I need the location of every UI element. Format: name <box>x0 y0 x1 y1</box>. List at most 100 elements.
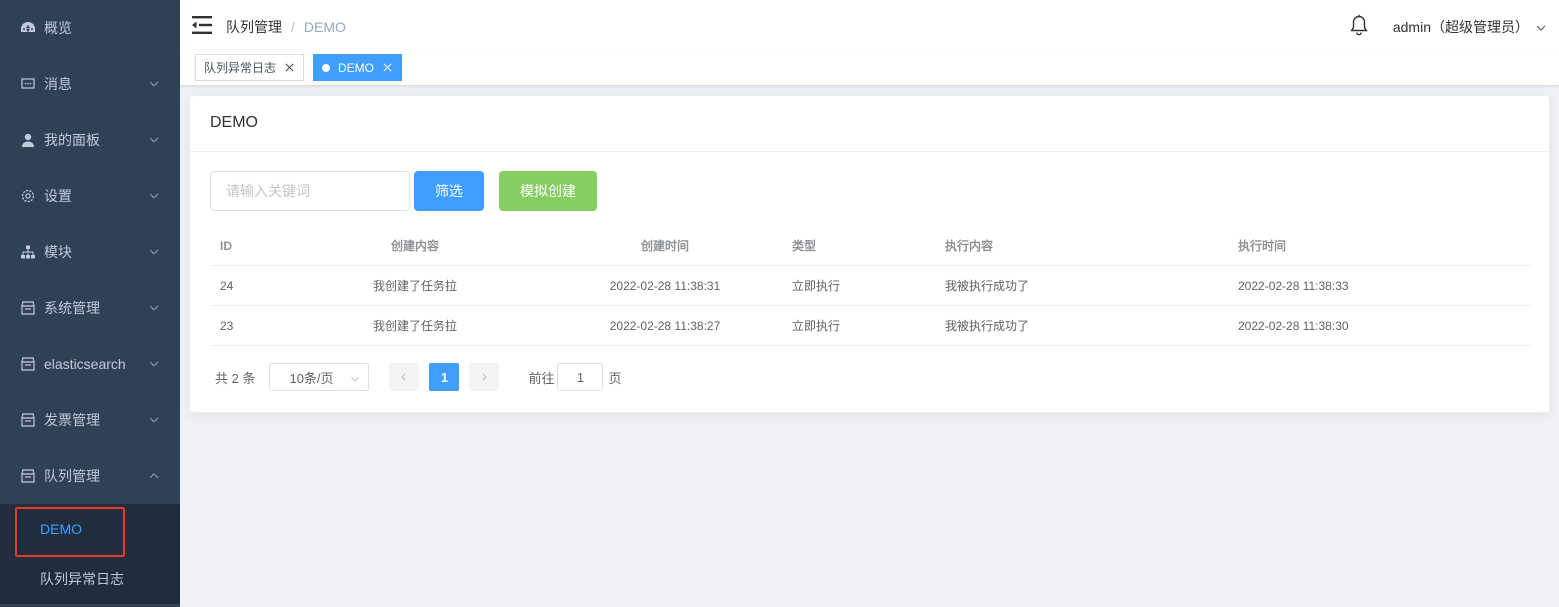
table-cell: 2022-02-28 11:38:27 <box>609 318 721 333</box>
sidebar-item-label: 模块 <box>44 244 72 260</box>
sidebar-item-elasticsearch[interactable]: elasticsearch <box>0 336 180 392</box>
active-dot <box>322 63 330 72</box>
table-row[interactable]: 24 我创建了任务拉 2022-02-28 11:38:31 立即执行 我被执行… <box>210 266 1531 306</box>
chevron-down-icon <box>148 357 160 369</box>
prev-page-button[interactable] <box>389 363 420 391</box>
message-icon <box>20 76 36 92</box>
sidebar-item-label: 我的面板 <box>44 132 100 148</box>
sidebar-item-label: 队列管理 <box>44 468 100 484</box>
filter-button[interactable]: 筛选 <box>414 171 484 211</box>
page-size-value: 10条/页 <box>289 370 334 386</box>
goto-suffix: 页 <box>608 370 622 386</box>
sidebar-item-modules[interactable]: 模块 <box>0 224 180 280</box>
chevron-down-icon <box>1535 21 1547 33</box>
sidebar-item-label: 设置 <box>44 188 72 204</box>
pagination: 共 2 条 10条/页 1 前往 页 <box>215 363 622 391</box>
table-row[interactable]: 23 我创建了任务拉 2022-02-28 11:38:27 立即执行 我被执行… <box>210 306 1531 346</box>
simulate-create-button[interactable]: 模拟创建 <box>499 171 597 211</box>
user-name: admin（超级管理员） <box>1392 19 1529 35</box>
toolbar: 筛选 模拟创建 <box>210 171 597 211</box>
table-cell: 立即执行 <box>792 319 841 333</box>
navbar: 队列管理 / DEMO admin（超级管理员） <box>180 0 1559 50</box>
box-icon <box>20 356 36 372</box>
column-header: ID <box>220 238 232 253</box>
chevron-up-icon <box>148 469 160 481</box>
goto-page-input[interactable] <box>557 363 604 391</box>
sidebar-item-invoice-management[interactable]: 发票管理 <box>0 392 180 448</box>
main-card: DEMO 筛选 模拟创建 ID 创建内容 创建时间 类型 执行内容 执行时间 2… <box>189 95 1550 413</box>
table-cell: 我创建了任务拉 <box>372 279 457 293</box>
chevron-down-icon <box>148 413 160 425</box>
sidebar-item-settings[interactable]: 设置 <box>0 168 180 224</box>
tag-queue-error-log[interactable]: 队列异常日志 <box>195 54 305 81</box>
pagination-total: 共 2 条 <box>215 370 256 386</box>
sidebar-item-system-management[interactable]: 系统管理 <box>0 280 180 336</box>
table-header: ID 创建内容 创建时间 类型 执行内容 执行时间 <box>210 226 1531 266</box>
close-icon[interactable] <box>381 62 393 74</box>
tag-label: 队列异常日志 <box>204 61 277 75</box>
breadcrumb: 队列管理 / DEMO <box>226 17 346 37</box>
table-cell: 2022-02-28 11:38:31 <box>609 278 721 293</box>
sidebar-item-label: 消息 <box>44 76 72 92</box>
data-table: ID 创建内容 创建时间 类型 执行内容 执行时间 24 我创建了任务拉 202… <box>210 226 1531 346</box>
table-cell: 立即执行 <box>792 279 841 293</box>
chevron-down-icon <box>148 133 160 145</box>
breadcrumb-current: DEMO <box>303 19 346 35</box>
tags-view: 队列异常日志 DEMO <box>180 50 1559 86</box>
box-icon <box>20 468 36 484</box>
page-size-select[interactable]: 10条/页 <box>269 363 370 391</box>
gear-icon <box>20 188 36 204</box>
sidebar-subitem-label: DEMO <box>40 521 82 537</box>
sidebar-subitem-demo[interactable]: DEMO <box>0 504 180 557</box>
page-jumper: 前往 页 <box>528 363 622 391</box>
sidebar-item-label: 发票管理 <box>44 412 100 428</box>
next-page-button[interactable] <box>469 363 500 391</box>
user-menu[interactable]: admin（超级管理员） <box>1393 17 1547 37</box>
table-cell: 我被执行成功了 <box>945 279 1030 293</box>
column-header: 类型 <box>792 239 817 253</box>
close-icon[interactable] <box>283 62 295 74</box>
hamburger-icon[interactable] <box>192 15 214 35</box>
chevron-down-icon <box>148 245 160 257</box>
sidebar-item-label: 系统管理 <box>44 300 100 316</box>
search-input[interactable] <box>210 171 410 211</box>
goto-prefix: 前往 <box>528 370 555 386</box>
chevron-down-icon <box>148 77 160 89</box>
column-header: 执行时间 <box>1238 239 1287 253</box>
chevron-left-icon <box>401 373 407 381</box>
table-cell: 2022-02-28 11:38:33 <box>1238 278 1349 293</box>
column-header: 执行内容 <box>945 239 994 253</box>
card-title: DEMO <box>190 96 1549 152</box>
breadcrumb-separator: / <box>291 19 295 35</box>
box-icon <box>20 412 36 428</box>
dashboard-icon <box>20 20 36 36</box>
tree-icon <box>20 244 36 260</box>
table-cell: 2022-02-28 11:38:30 <box>1238 318 1349 333</box>
sidebar-subitem-label: 队列异常日志 <box>40 571 124 587</box>
sidebar-item-my-panel[interactable]: 我的面板 <box>0 112 180 168</box>
sidebar-subitem-queue-error-log[interactable]: 队列异常日志 <box>0 554 180 604</box>
sidebar-item-queue-management[interactable]: 队列管理 <box>0 448 180 504</box>
chevron-down-icon <box>148 189 160 201</box>
sidebar-item-overview[interactable]: 概览 <box>0 0 180 56</box>
table-cell: 24 <box>220 278 234 293</box>
chevron-down-icon <box>148 301 160 313</box>
sidebar-item-label: 概览 <box>44 20 72 36</box>
sidebar-item-label: elasticsearch <box>44 356 126 372</box>
column-header: 创建时间 <box>640 239 689 253</box>
page-number[interactable]: 1 <box>429 363 460 391</box>
chevron-down-icon <box>350 372 360 382</box>
table-cell: 我创建了任务拉 <box>372 319 457 333</box>
column-header: 创建内容 <box>390 239 439 253</box>
table-cell: 23 <box>220 318 234 333</box>
sidebar-item-message[interactable]: 消息 <box>0 56 180 112</box>
bell-icon[interactable] <box>1349 14 1369 36</box>
queue-submenu: DEMO 队列异常日志 <box>0 504 180 604</box>
sidebar: 概览 消息 我的面板 设置 模块 系统管理 elasticsearch 发票管理… <box>0 0 180 607</box>
tag-label: DEMO <box>338 60 374 75</box>
breadcrumb-item[interactable]: 队列管理 <box>226 17 282 37</box>
tag-demo[interactable]: DEMO <box>313 54 402 81</box>
chevron-right-icon <box>482 373 488 381</box>
table-cell: 我被执行成功了 <box>945 319 1030 333</box>
user-icon <box>20 132 36 148</box>
